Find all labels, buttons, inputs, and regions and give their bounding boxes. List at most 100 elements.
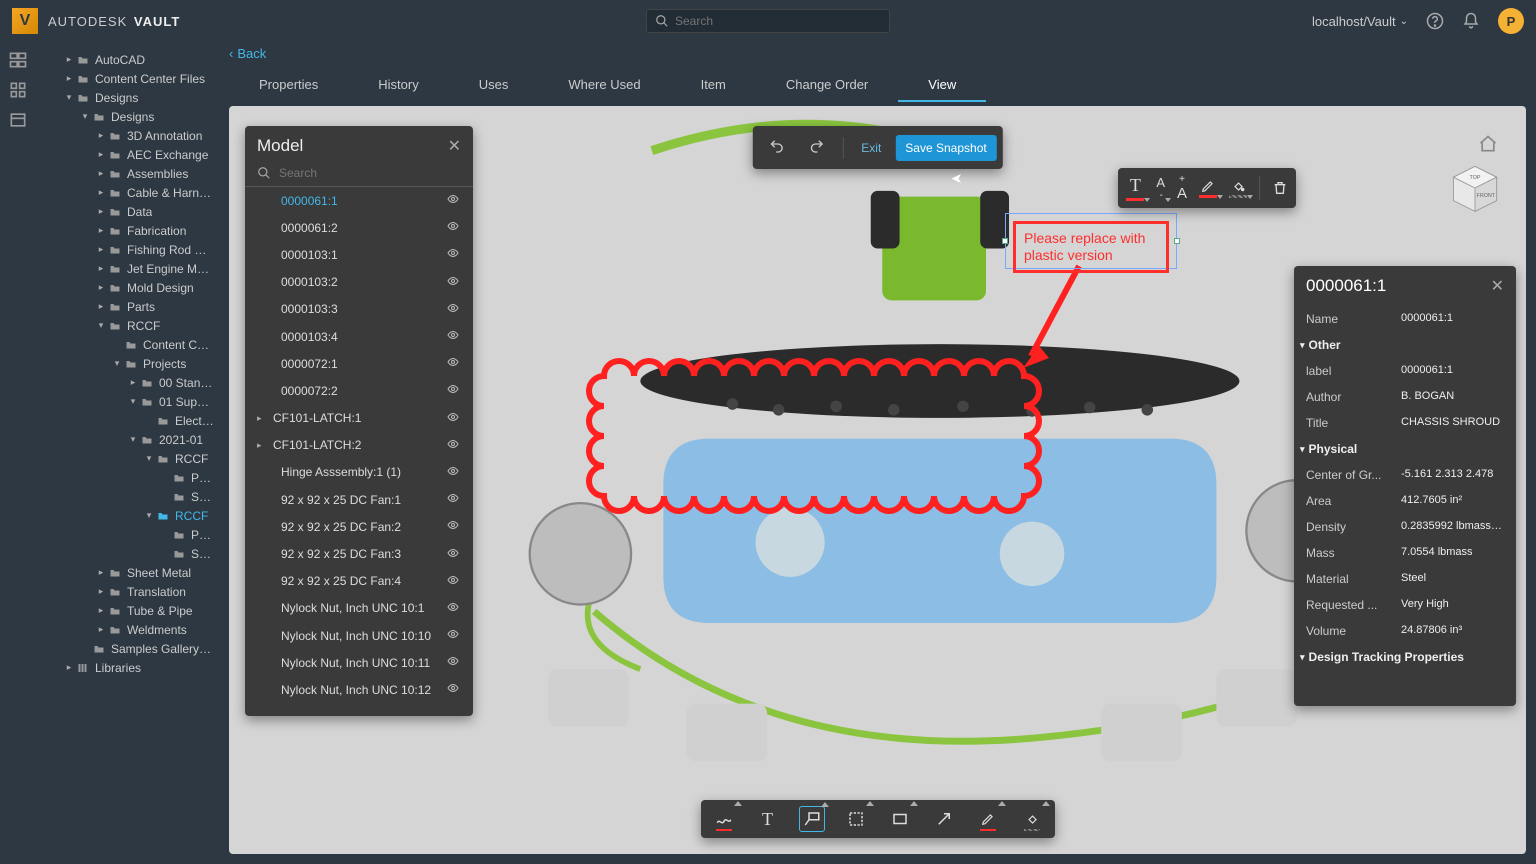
tree-item[interactable]: ▸Libraries — [36, 658, 219, 677]
save-snapshot-button[interactable]: Save Snapshot — [895, 135, 996, 161]
model-tree-item[interactable]: 0000072:2 — [245, 377, 473, 404]
eye-icon[interactable] — [445, 383, 461, 395]
model-tree-item[interactable]: Nylock Nut, Inch UNC 10:12 — [245, 676, 473, 703]
redo-button[interactable] — [798, 132, 834, 163]
tree-item[interactable]: Content Center Fil — [36, 335, 219, 354]
tree-item[interactable]: Samples Gallery_files — [36, 639, 219, 658]
tree-item[interactable]: Sub As — [36, 487, 219, 506]
model-tree-item[interactable]: 0000103:2 — [245, 269, 473, 296]
tab-view[interactable]: View — [898, 69, 986, 102]
model-tree-item[interactable]: 0000103:4 — [245, 323, 473, 350]
tree-item[interactable]: ▸Tube & Pipe — [36, 601, 219, 620]
viewport[interactable]: Please replace with plastic version Exit… — [229, 106, 1526, 854]
exit-button[interactable]: Exit — [851, 135, 891, 161]
tree-item[interactable]: ▾Designs — [36, 107, 219, 126]
arrow-tool[interactable] — [931, 806, 957, 832]
eye-icon[interactable] — [445, 356, 461, 368]
model-search[interactable] — [245, 160, 473, 187]
eye-icon[interactable] — [445, 302, 461, 314]
callout-tool[interactable] — [799, 806, 825, 832]
rect-tool[interactable] — [887, 806, 913, 832]
eye-icon[interactable] — [445, 438, 461, 450]
undo-button[interactable] — [758, 132, 794, 163]
tree-item[interactable]: ▸Assemblies — [36, 164, 219, 183]
model-tree-item[interactable]: ▸CF101-LATCH:1 — [245, 405, 473, 432]
properties-body[interactable]: Name0000061:1▾Otherlabel0000061:1AuthorB… — [1294, 306, 1516, 706]
eye-icon[interactable] — [445, 601, 461, 613]
eye-icon[interactable] — [445, 574, 461, 586]
stroke-color-tool[interactable] — [1199, 179, 1217, 198]
model-tree-item[interactable]: Hinge Asssembly:1 (1) — [245, 459, 473, 486]
home-icon[interactable] — [1478, 134, 1498, 154]
model-tree-list[interactable]: 0000061:10000061:20000103:10000103:20000… — [245, 187, 473, 716]
avatar[interactable]: P — [1498, 8, 1524, 34]
eye-icon[interactable] — [445, 655, 461, 667]
tab-item[interactable]: Item — [671, 69, 756, 102]
text-color-tool[interactable]: T — [1126, 175, 1144, 201]
tree-item[interactable]: Electric M — [36, 411, 219, 430]
tree-item[interactable]: Parts — [36, 525, 219, 544]
shape-tool[interactable] — [843, 806, 869, 832]
tree-item[interactable]: ▸3D Annotation — [36, 126, 219, 145]
model-tree-item[interactable]: 92 x 92 x 25 DC Fan:1 — [245, 486, 473, 513]
folder-tree[interactable]: ▸AutoCAD▸Content Center Files▾Designs▾De… — [36, 42, 219, 864]
tab-history[interactable]: History — [348, 69, 448, 102]
model-tree-item[interactable]: 0000061:1 — [245, 187, 473, 214]
search-box[interactable] — [646, 9, 890, 33]
tree-item[interactable]: ▸Jet Engine Model — [36, 259, 219, 278]
rail-list-icon[interactable] — [8, 110, 28, 130]
close-icon[interactable]: ✕ — [1491, 276, 1504, 296]
tree-item[interactable]: ▾01 Supplier Co — [36, 392, 219, 411]
model-tree-item[interactable]: 92 x 92 x 25 DC Fan:2 — [245, 513, 473, 540]
tree-item[interactable]: ▾RCCF — [36, 506, 219, 525]
eye-icon[interactable] — [445, 247, 461, 259]
eye-icon[interactable] — [445, 547, 461, 559]
delete-tool[interactable] — [1272, 180, 1288, 196]
tree-item[interactable]: ▾Designs — [36, 88, 219, 107]
tree-item[interactable]: ▸Fishing Rod Model — [36, 240, 219, 259]
tab-where-used[interactable]: Where Used — [538, 69, 670, 102]
tree-item[interactable]: ▸Cable & Harness — [36, 183, 219, 202]
model-tree-item[interactable]: 0000061:2 — [245, 214, 473, 241]
viewcube[interactable]: TOP FRONT — [1448, 161, 1502, 215]
fill-color-tool[interactable] — [1229, 179, 1247, 198]
freehand-tool[interactable] — [711, 806, 737, 832]
eye-icon[interactable] — [445, 193, 461, 205]
model-tree-item[interactable]: Nylock Nut, Inch UNC 10:10 — [245, 622, 473, 649]
tree-item[interactable]: Parts — [36, 468, 219, 487]
bell-icon[interactable] — [1462, 12, 1480, 30]
fill-tool[interactable] — [1019, 806, 1045, 832]
font-increase-tool[interactable]: +A — [1177, 174, 1187, 202]
eye-icon[interactable] — [445, 220, 461, 232]
help-icon[interactable] — [1426, 12, 1444, 30]
tree-item[interactable]: ▸00 Standard C — [36, 373, 219, 392]
eye-icon[interactable] — [445, 465, 461, 477]
tree-item[interactable]: ▸Fabrication — [36, 221, 219, 240]
tab-change-order[interactable]: Change Order — [756, 69, 898, 102]
tree-item[interactable]: ▸AEC Exchange — [36, 145, 219, 164]
model-tree-item[interactable]: 0000072:1 — [245, 350, 473, 377]
eye-icon[interactable] — [445, 628, 461, 640]
tree-item[interactable]: ▾Projects — [36, 354, 219, 373]
search-input[interactable] — [675, 14, 881, 28]
tree-item[interactable]: ▸AutoCAD — [36, 50, 219, 69]
property-group-header[interactable]: ▾Physical — [1294, 436, 1516, 462]
eye-icon[interactable] — [445, 275, 461, 287]
text-tool[interactable]: T — [755, 806, 781, 832]
rail-explorer-icon[interactable] — [8, 50, 28, 70]
tree-item[interactable]: ▸Parts — [36, 297, 219, 316]
tree-item[interactable]: ▸Translation — [36, 582, 219, 601]
tab-uses[interactable]: Uses — [449, 69, 539, 102]
tree-item[interactable]: ▸Sheet Metal — [36, 563, 219, 582]
pen-stroke-tool[interactable] — [975, 806, 1001, 832]
vault-selector[interactable]: localhost/Vault ⌄ — [1312, 14, 1408, 29]
model-tree-item[interactable]: 0000103:3 — [245, 296, 473, 323]
tab-properties[interactable]: Properties — [229, 69, 348, 102]
model-tree-item[interactable]: 92 x 92 x 25 DC Fan:4 — [245, 568, 473, 595]
tree-item[interactable]: ▸Data — [36, 202, 219, 221]
tree-item[interactable]: ▾2021-01 — [36, 430, 219, 449]
tree-item[interactable]: ▾RCCF — [36, 316, 219, 335]
back-button[interactable]: ‹ Back — [219, 42, 276, 61]
tree-item[interactable]: ▸Weldments — [36, 620, 219, 639]
rail-grid-icon[interactable] — [8, 80, 28, 100]
